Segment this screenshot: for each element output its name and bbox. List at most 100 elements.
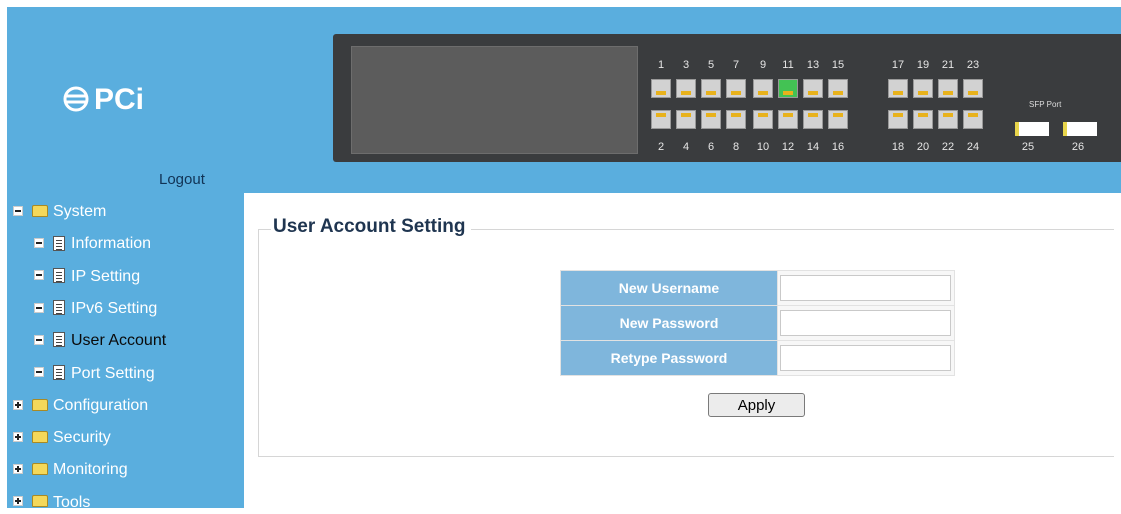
- port-led: [833, 113, 843, 117]
- document-icon: [53, 267, 65, 283]
- sidebar-item-information[interactable]: Information: [34, 233, 151, 255]
- collapse-icon[interactable]: [34, 334, 44, 345]
- port-number: 4: [682, 141, 690, 153]
- folder-open-icon: [32, 204, 48, 217]
- pci-logo: PCi: [62, 83, 202, 120]
- table-row: New Password: [560, 305, 955, 341]
- collapse-icon[interactable]: [13, 205, 23, 216]
- ethernet-port-10[interactable]: [753, 110, 773, 129]
- collapse-icon[interactable]: [34, 238, 44, 249]
- ethernet-port-7[interactable]: [726, 79, 746, 98]
- port-led: [918, 113, 928, 117]
- port-led: [656, 113, 666, 117]
- ethernet-port-21[interactable]: [938, 79, 958, 98]
- ethernet-port-17[interactable]: [888, 79, 908, 98]
- port-number: 23: [966, 59, 980, 71]
- sidebar-item-configuration[interactable]: Configuration: [13, 395, 148, 417]
- ethernet-port-14[interactable]: [803, 110, 823, 129]
- port-number: 2: [657, 141, 665, 153]
- port-led: [918, 91, 928, 95]
- logout-link[interactable]: Logout: [159, 171, 205, 188]
- table-row: New Username: [560, 270, 955, 306]
- sidebar-item-user-account[interactable]: User Account: [34, 330, 166, 352]
- sidebar-item-label: Configuration: [53, 396, 149, 414]
- collapse-icon[interactable]: [34, 302, 44, 313]
- port-led: [968, 91, 978, 95]
- port-led: [808, 113, 818, 117]
- port-number: 13: [806, 59, 820, 71]
- ethernet-port-5[interactable]: [701, 79, 721, 98]
- folder-icon: [32, 463, 48, 476]
- port-led: [758, 113, 768, 117]
- ethernet-port-15[interactable]: [828, 79, 848, 98]
- ethernet-port-18[interactable]: [888, 110, 908, 129]
- ethernet-port-20[interactable]: [913, 110, 933, 129]
- port-number: 9: [759, 59, 767, 71]
- sidebar-item-ip-setting[interactable]: IP Setting: [34, 266, 140, 288]
- port-number: 11: [782, 59, 794, 71]
- expand-icon[interactable]: [13, 496, 23, 507]
- port-led: [783, 91, 793, 95]
- new-username-label: New Username: [560, 270, 778, 306]
- ethernet-port-3[interactable]: [676, 79, 696, 98]
- ethernet-port-8[interactable]: [726, 110, 746, 129]
- new-username-input[interactable]: [780, 275, 951, 301]
- new-password-label: New Password: [560, 305, 778, 341]
- port-led: [706, 91, 716, 95]
- sidebar-item-label: System: [53, 203, 107, 220]
- document-icon: [53, 300, 65, 316]
- ethernet-port-4[interactable]: [676, 110, 696, 129]
- sidebar-item-label: User Account: [71, 332, 167, 350]
- sfp-port-25[interactable]: [1015, 122, 1049, 136]
- document-icon: [53, 364, 65, 380]
- svg-text:PCi: PCi: [94, 83, 144, 115]
- port-number: 6: [707, 141, 715, 153]
- ethernet-port-24[interactable]: [963, 110, 983, 129]
- sidebar-item-label: Port Setting: [71, 364, 155, 382]
- port-led: [893, 91, 903, 95]
- ethernet-port-2[interactable]: [651, 110, 671, 129]
- ethernet-port-11[interactable]: [778, 79, 798, 98]
- ethernet-port-23[interactable]: [963, 79, 983, 98]
- port-number: 1: [657, 59, 665, 71]
- port-led: [656, 91, 666, 95]
- table-row: Retype Password: [560, 340, 955, 376]
- port-number: 21: [941, 59, 955, 71]
- expand-icon[interactable]: [13, 399, 23, 410]
- sidebar-item-tools[interactable]: Tools: [13, 492, 90, 514]
- port-number: 20: [916, 141, 930, 153]
- folder-icon: [32, 495, 48, 508]
- sidebar-item-label: IP Setting: [71, 267, 141, 285]
- ethernet-port-22[interactable]: [938, 110, 958, 129]
- sidebar-item-security[interactable]: Security: [13, 427, 111, 449]
- retype-password-label: Retype Password: [560, 340, 778, 376]
- new-password-input[interactable]: [780, 310, 951, 336]
- folder-icon: [32, 398, 48, 411]
- port-led: [783, 113, 793, 117]
- port-led: [808, 91, 818, 95]
- ethernet-port-6[interactable]: [701, 110, 721, 129]
- ethernet-port-13[interactable]: [803, 79, 823, 98]
- port-number: 17: [891, 59, 905, 71]
- ethernet-port-16[interactable]: [828, 110, 848, 129]
- ethernet-port-9[interactable]: [753, 79, 773, 98]
- sidebar-item-port-setting[interactable]: Port Setting: [34, 363, 155, 385]
- apply-button[interactable]: Apply: [708, 393, 805, 417]
- page-title: User Account Setting: [271, 216, 471, 238]
- sfp-port-26[interactable]: [1063, 122, 1097, 136]
- retype-password-input[interactable]: [780, 345, 951, 371]
- expand-icon[interactable]: [13, 464, 23, 475]
- ethernet-port-1[interactable]: [651, 79, 671, 98]
- expand-icon[interactable]: [13, 431, 23, 442]
- port-led: [706, 113, 716, 117]
- ethernet-port-12[interactable]: [778, 110, 798, 129]
- sidebar-item-monitoring[interactable]: Monitoring: [13, 459, 128, 481]
- port-number: 22: [941, 141, 955, 153]
- sidebar-item-ipv6-setting[interactable]: IPv6 Setting: [34, 298, 157, 320]
- sfp-port-label: SFP Port: [1029, 100, 1062, 109]
- collapse-icon[interactable]: [34, 270, 44, 281]
- collapse-icon[interactable]: [34, 367, 44, 378]
- document-icon: [53, 235, 65, 251]
- sidebar-item-system[interactable]: System: [13, 201, 106, 223]
- ethernet-port-19[interactable]: [913, 79, 933, 98]
